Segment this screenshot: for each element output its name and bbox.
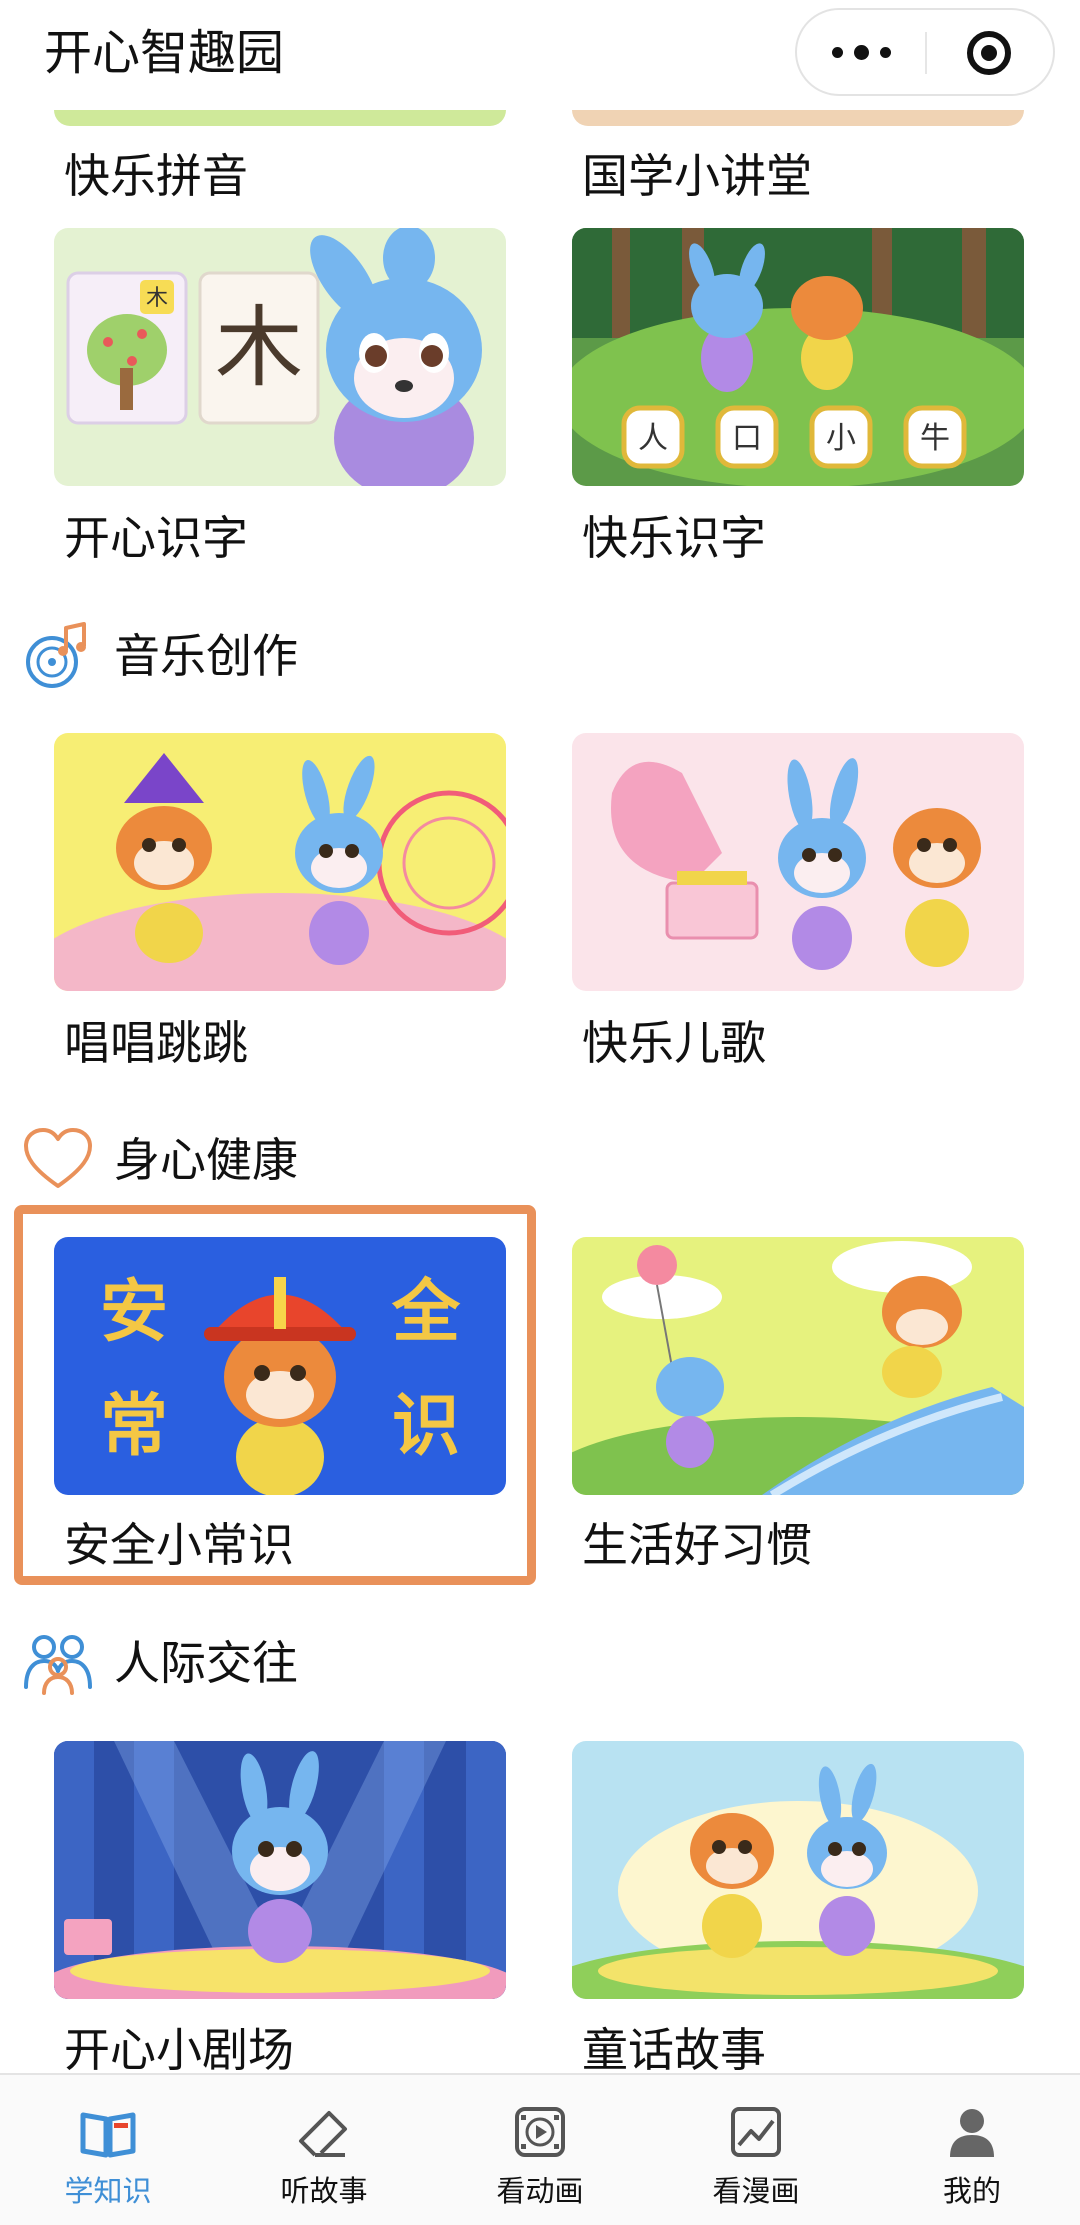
content-scroll[interactable]: 快乐拼音 国学小讲堂 木 木 人 口 小 牛 开心识字 快乐识字 音乐创作 唱唱… — [0, 0, 1080, 2225]
safety-char-2: 全 — [391, 1273, 461, 1352]
section-title-health: 身心健康 — [114, 1133, 298, 1187]
section-title-social: 人际交往 — [114, 1636, 298, 1690]
safety-char-3: 常 — [100, 1387, 168, 1466]
char-tile-1: 人 — [638, 421, 668, 456]
music-disc-icon — [26, 622, 86, 688]
tab-watch-animation[interactable]: 看动画 — [432, 2075, 648, 2225]
eraser-icon — [299, 2111, 347, 2157]
card-label-kuaile-shizi[interactable]: 快乐识字 — [582, 508, 766, 568]
close-target-icon[interactable] — [967, 31, 1011, 75]
card-label-changchang-tiaotiao[interactable]: 唱唱跳跳 — [64, 1013, 248, 1073]
capsule-divider — [925, 32, 927, 74]
thumbnail-changchang-tiaotiao[interactable] — [54, 733, 506, 991]
tab-label: 学知识 — [64, 2174, 152, 2208]
char-tile-3: 小 — [826, 421, 856, 456]
tab-mine[interactable]: 我的 — [864, 2075, 1080, 2225]
section-header-music: 音乐创作 — [22, 618, 298, 694]
section-title-music: 音乐创作 — [114, 629, 298, 683]
kaixin-xiaojuchang-illustration — [54, 1741, 506, 1999]
tree-card-badge: 木 — [146, 286, 168, 311]
safety-char-1: 安 — [100, 1273, 168, 1352]
char-tile-2: 口 — [732, 421, 762, 456]
section-header-health: 身心健康 — [22, 1122, 298, 1198]
kuaile-shizi-illustration: 人 口 小 牛 — [572, 228, 1024, 486]
thumbnail-kuaile-erge[interactable] — [572, 733, 1024, 991]
people-icon — [24, 1635, 92, 1695]
card-label-guoxue[interactable]: 国学小讲堂 — [582, 146, 812, 206]
card-label-kuaile-erge[interactable]: 快乐儿歌 — [582, 1013, 766, 1073]
tonghua-gushi-illustration — [572, 1741, 1024, 1999]
shenghuo-haoxiguan-illustration — [572, 1237, 1024, 1495]
top-nav-bar: 开心智趣园 — [0, 0, 1080, 110]
dot-icon — [831, 46, 843, 58]
tab-label: 我的 — [942, 2174, 1001, 2208]
thumbnail-kaixin-shizi[interactable]: 木 木 — [54, 228, 506, 486]
film-icon — [515, 2107, 565, 2157]
dot-icon — [879, 46, 891, 58]
bottom-tab-bar: 学知识 听故事 看动画 看漫画 我的 — [0, 2073, 1080, 2225]
kaixin-shizi-illustration: 木 木 — [54, 228, 506, 486]
picture-icon — [731, 2107, 781, 2157]
card-label-kaixin-xiaojuchang[interactable]: 开心小剧场 — [64, 2020, 294, 2080]
user-icon — [950, 2109, 994, 2157]
kuaile-erge-illustration — [572, 733, 1024, 991]
card-label-kaixin-shizi[interactable]: 开心识字 — [64, 508, 248, 568]
anquan-changshi-illustration: 安 全 常 识 — [54, 1237, 506, 1495]
tab-label: 看漫画 — [712, 2174, 800, 2208]
dot-icon — [853, 44, 869, 60]
thumbnail-kaixin-xiaojuchang[interactable] — [54, 1741, 506, 1999]
mini-program-capsule — [795, 8, 1055, 96]
tab-listen-stories[interactable]: 听故事 — [216, 2075, 432, 2225]
card-label-tonghua-gushi[interactable]: 童话故事 — [582, 2020, 766, 2080]
thumbnail-anquan-changshi[interactable]: 安 全 常 识 — [54, 1237, 506, 1495]
thumbnail-kuaile-shizi[interactable]: 人 口 小 牛 — [572, 228, 1024, 486]
heart-icon — [24, 1128, 92, 1188]
section-header-social: 人际交往 — [22, 1625, 298, 1701]
safety-char-4: 识 — [392, 1387, 460, 1466]
big-character: 木 — [215, 296, 303, 399]
more-menu-button[interactable] — [797, 10, 925, 94]
changchang-tiaotiao-illustration — [54, 733, 506, 991]
char-tile-4: 牛 — [920, 421, 950, 456]
app-title: 开心智趣园 — [44, 25, 285, 81]
thumbnail-tonghua-gushi[interactable] — [572, 1741, 1024, 1999]
card-label-shenghuo-haoxiguan[interactable]: 生活好习惯 — [582, 1515, 812, 1575]
tab-learn-knowledge[interactable]: 学知识 — [0, 2075, 216, 2225]
thumbnail-shenghuo-haoxiguan[interactable] — [572, 1237, 1024, 1495]
tab-label: 听故事 — [280, 2174, 368, 2208]
card-label-anquan-changshi[interactable]: 安全小常识 — [64, 1515, 294, 1575]
tab-watch-comics[interactable]: 看漫画 — [648, 2075, 864, 2225]
card-label-kuaile-pinyin[interactable]: 快乐拼音 — [64, 146, 248, 206]
book-icon — [80, 2112, 136, 2158]
tab-label: 看动画 — [496, 2174, 584, 2208]
